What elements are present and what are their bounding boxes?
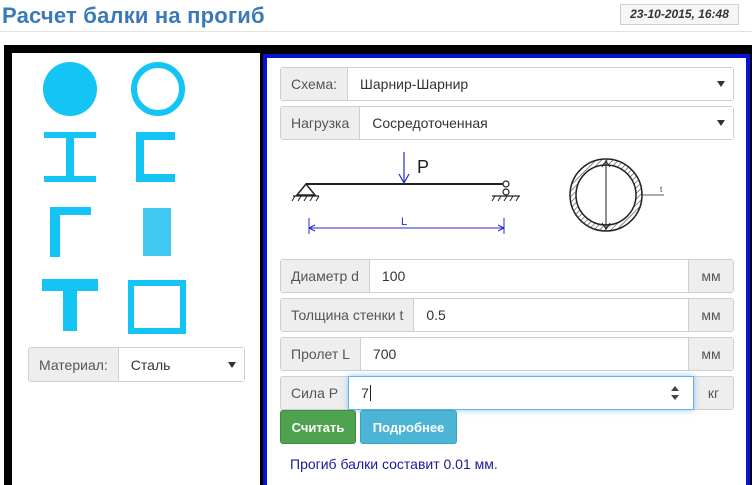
scheme-select[interactable]: Шарнир-Шарнир xyxy=(348,68,733,100)
material-value: Сталь xyxy=(130,356,171,373)
diameter-value: 100 xyxy=(381,268,406,284)
calculate-button[interactable]: Считать xyxy=(280,410,356,444)
force-input-group: Сила P 7 кг xyxy=(280,376,734,410)
wall-thickness-value: 0.5 xyxy=(426,307,446,323)
load-select-group[interactable]: Нагрузка Сосредоточенная xyxy=(280,106,734,140)
date-stamp: 23-10-2015, 16:48 xyxy=(620,4,739,25)
scheme-label: Схема: xyxy=(281,68,349,100)
span-label: Пролет L xyxy=(281,338,361,370)
t-section-icon[interactable] xyxy=(41,278,99,332)
chevron-down-icon xyxy=(717,120,725,126)
chevron-down-icon xyxy=(717,81,725,87)
material-select-group[interactable]: Материал: Сталь xyxy=(28,347,245,382)
channel-section-icon[interactable] xyxy=(135,131,177,183)
details-button[interactable]: Подробнее xyxy=(360,410,457,444)
pipe-section-diagram: t xyxy=(569,158,664,232)
load-label: Нагрузка xyxy=(281,107,361,139)
span-unit: мм xyxy=(688,338,733,370)
span-value: 700 xyxy=(372,346,397,362)
text-cursor xyxy=(369,385,371,401)
length-label: L xyxy=(401,216,407,228)
diameter-field[interactable]: 100 xyxy=(369,260,688,292)
diameter-label: Диаметр d xyxy=(281,260,370,292)
thickness-label: t xyxy=(660,185,663,194)
i-beam-section-icon[interactable] xyxy=(43,131,97,183)
angle-section-icon[interactable] xyxy=(49,206,93,258)
beam-scheme-diagram: P L xyxy=(291,152,520,234)
span-input-group: Пролет L 700 мм xyxy=(280,337,734,371)
scheme-select-group[interactable]: Схема: Шарнир-Шарнир xyxy=(280,67,734,101)
material-label: Материал: xyxy=(29,348,119,381)
diameter-input-group: Диаметр d 100 мм xyxy=(280,259,734,293)
material-select[interactable]: Сталь xyxy=(118,348,244,381)
scheme-value: Шарнир-Шарнир xyxy=(360,76,469,92)
wall-thickness-label: Толщина стенки t xyxy=(281,299,415,331)
wall-thickness-field[interactable]: 0.5 xyxy=(414,299,688,331)
hollow-circle-section-icon[interactable] xyxy=(129,61,187,117)
force-field[interactable]: 7 xyxy=(348,376,694,410)
force-unit: кг xyxy=(694,376,734,410)
force-value: 7 xyxy=(361,385,369,401)
load-value: Сосредоточенная xyxy=(372,115,488,131)
wall-thickness-unit: мм xyxy=(688,299,733,331)
solid-circle-section-icon[interactable] xyxy=(42,61,98,117)
hollow-square-section-icon[interactable] xyxy=(127,279,187,335)
diameter-unit: мм xyxy=(688,260,733,292)
rectangle-section-icon[interactable] xyxy=(142,207,172,257)
span-field[interactable]: 700 xyxy=(360,338,688,370)
section-selector-panel xyxy=(12,53,260,485)
chevron-down-icon xyxy=(228,361,236,368)
page-title: Расчет балки на прогиб xyxy=(2,3,265,28)
force-label-addon: Сила P xyxy=(280,376,349,410)
title-divider xyxy=(0,31,752,32)
result-text: Прогиб балки составит 0.01 мм. xyxy=(290,456,498,472)
force-label: P xyxy=(417,157,429,177)
wall-thickness-input-group: Толщина стенки t 0.5 мм xyxy=(280,298,734,332)
load-select[interactable]: Сосредоточенная xyxy=(360,107,733,139)
number-spinner-icon[interactable] xyxy=(671,386,679,400)
